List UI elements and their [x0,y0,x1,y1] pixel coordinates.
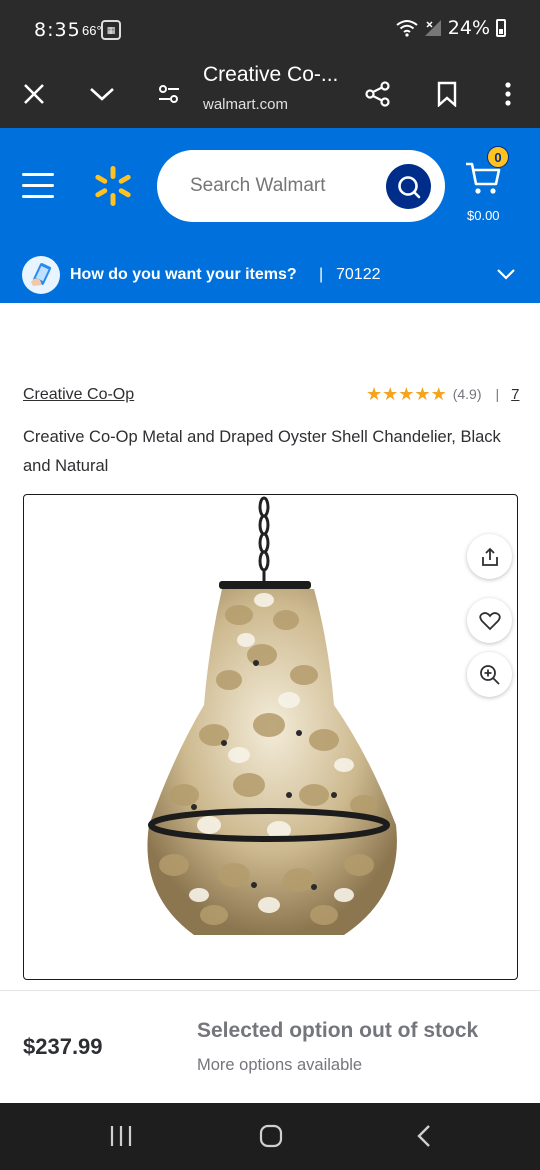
delivery-prompt[interactable]: How do you want your items? [70,266,297,284]
delivery-selector[interactable]: How do you want your items? | 70122 [0,248,540,303]
search-input[interactable] [190,172,370,200]
zoom-button[interactable] [467,652,512,697]
stock-note: More options available [197,1056,363,1074]
chandelier-image [147,496,397,935]
share-icon [481,547,498,566]
brand-link[interactable]: Creative Co-Op [23,386,134,404]
notification-icon: ▦ [101,20,121,40]
delivery-phone-icon [22,256,60,294]
page-title[interactable]: Creative Co-... [203,63,338,87]
product-price: $237.99 [23,1034,103,1059]
rating-value: (4.9) [452,386,482,402]
system-nav-bar [0,1103,540,1170]
more-vert-icon[interactable] [488,74,528,114]
star-icon: ★ [366,384,383,404]
status-right: 24% [396,17,506,39]
battery-percent: 24% [447,17,490,39]
delivery-zip[interactable]: 70122 [336,266,381,284]
recent-apps-icon[interactable] [101,1121,141,1151]
browser-toolbar: Creative Co-... walmart.com [0,60,540,128]
home-icon[interactable] [251,1121,291,1151]
favorite-button[interactable] [467,598,512,643]
search-button[interactable] [386,164,431,209]
status-bar: 8:35 66° ▦ 24% [0,0,540,60]
battery-icon [496,19,506,37]
star-icon: ★ [382,384,399,404]
close-icon[interactable] [14,74,54,114]
page-url[interactable]: walmart.com [203,96,288,113]
cart-total: $0.00 [467,208,500,223]
product-image[interactable] [23,494,518,980]
star-icon: ★ [414,384,431,404]
review-count-link[interactable]: 7 [511,386,519,403]
site-settings-icon[interactable] [149,74,189,114]
search-icon [397,175,420,198]
star-icon: ★ [430,384,447,404]
walmart-header: 0 $0.00 [0,128,540,248]
cart-button[interactable]: 0 $0.00 [464,146,524,226]
zoom-in-icon [479,664,500,685]
wifi-icon [396,20,418,37]
back-icon[interactable] [404,1121,444,1151]
stock-status: Selected option out of stock [197,1019,479,1042]
divider [0,990,540,991]
product-title: Creative Co-Op Metal and Draped Oyster S… [23,428,501,475]
share-icon[interactable] [358,74,398,114]
menu-icon[interactable] [22,173,56,199]
chevron-down-icon[interactable] [494,262,518,286]
heart-icon [478,611,501,630]
chevron-down-icon[interactable] [82,74,122,114]
cart-count-badge: 0 [487,146,509,168]
share-image-button[interactable] [467,534,512,579]
status-time: 8:35 [34,19,81,41]
status-temperature: 66° [82,23,102,38]
bookmark-icon[interactable] [427,74,467,114]
star-icon: ★ [398,384,415,404]
search-box[interactable] [157,150,445,222]
walmart-spark-logo[interactable] [93,166,133,206]
signal-icon [424,20,441,36]
rating-separator: | [495,386,500,402]
delivery-separator: | [319,266,324,283]
product-rating[interactable]: ★ ★ ★ ★ ★ (4.9) | 7 [366,385,519,403]
